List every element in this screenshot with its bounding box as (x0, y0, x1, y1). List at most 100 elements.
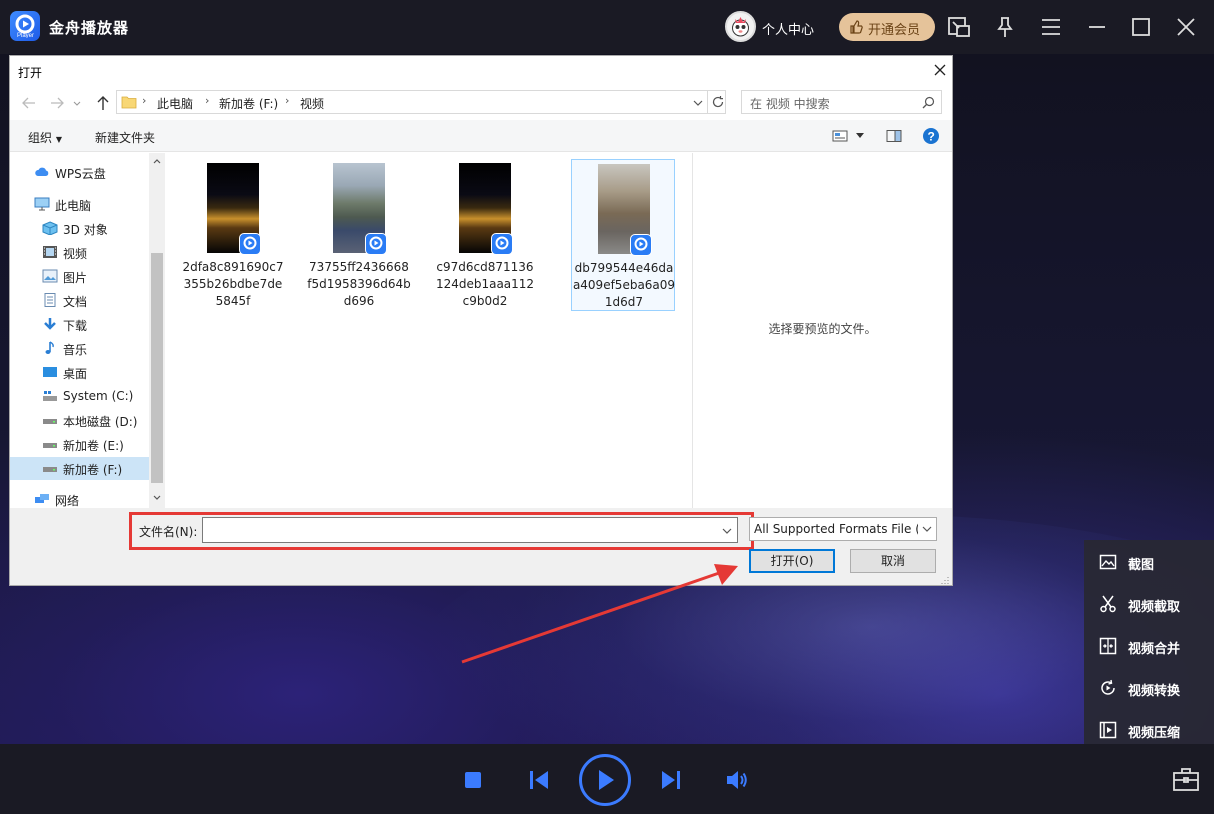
nav-item-documents[interactable]: 文档 (10, 289, 149, 312)
history-chevron-icon[interactable] (72, 94, 82, 112)
command-bar: 组织 ▼ 新建文件夹 ? (10, 120, 952, 152)
nav-item-3d-objects[interactable]: 3D 对象 (10, 217, 149, 240)
up-arrow-icon[interactable] (94, 94, 112, 112)
scroll-thumb[interactable] (151, 253, 163, 483)
file-name: 73755ff2436668f5d1958396d64bd696 (307, 260, 411, 308)
search-icon (922, 96, 935, 109)
nav-item-drive-f[interactable]: 新加卷 (F:) (10, 457, 149, 480)
nav-item-drive-d[interactable]: 本地磁盘 (D:) (10, 409, 149, 432)
previous-icon[interactable] (528, 769, 550, 794)
close-icon[interactable] (1173, 14, 1199, 40)
file-item[interactable]: 2dfa8c891690c7355b26bdbe7de5845f (181, 159, 285, 311)
preview-pane-icon[interactable] (886, 129, 902, 143)
nav-item-this-pc[interactable]: 此电脑 (10, 193, 149, 216)
compress-icon (1099, 721, 1117, 739)
dialog-close-icon[interactable] (930, 60, 950, 80)
scissors-icon (1100, 595, 1116, 613)
volume-icon[interactable] (725, 769, 749, 794)
nav-item-wps-cloud[interactable]: WPS云盘 (10, 161, 149, 184)
player-badge-icon (630, 234, 652, 256)
drive-icon (43, 419, 57, 424)
nav-item-music[interactable]: 音乐 (10, 337, 149, 360)
nav-item-desktop[interactable]: 桌面 (10, 361, 149, 384)
resize-grip-icon[interactable] (939, 576, 949, 584)
file-item[interactable]: c97d6cd871136124deb1aaa112c9b0d2 (433, 159, 537, 311)
drive-icon (43, 443, 57, 448)
tool-video-clip[interactable]: 视频截取 (1084, 583, 1214, 625)
player-badge-icon (365, 233, 387, 255)
open-button[interactable]: 打开(O) (749, 549, 835, 573)
preview-pane-text: 选择要预览的文件。 (768, 322, 877, 336)
help-icon[interactable]: ? (922, 127, 940, 145)
filename-dropdown-icon[interactable] (721, 525, 733, 537)
nav-item-downloads[interactable]: 下载 (10, 313, 149, 336)
stop-icon[interactable] (464, 771, 482, 792)
new-folder-button[interactable]: 新建文件夹 (95, 129, 155, 146)
next-icon[interactable] (660, 769, 682, 794)
folder-icon (121, 96, 137, 109)
tools-panel: 截图 视频截取 视频合并 视频转换 视频压缩 (1084, 540, 1214, 748)
breadcrumb-drive-f[interactable]: 新加卷 (F:) (219, 95, 278, 112)
view-dropdown-icon[interactable] (856, 132, 864, 140)
file-name: c97d6cd871136124deb1aaa112c9b0d2 (435, 260, 535, 308)
file-type-select[interactable]: All Supported Formats File (* (749, 517, 937, 541)
navigation-pane: WPS云盘 此电脑 3D 对象 视频 图片 文档 下载 音乐 桌面 System… (10, 153, 165, 508)
vip-button[interactable]: 开通会员 (839, 13, 935, 41)
play-button[interactable] (578, 753, 632, 810)
download-icon (44, 318, 56, 330)
address-bar[interactable]: › 此电脑 › 新加卷 (F:) › 视频 (116, 90, 726, 114)
system-drive-icon (43, 391, 57, 401)
nav-scrollbar[interactable] (149, 153, 165, 508)
file-item[interactable]: 73755ff2436668f5d1958396d64bd696 (307, 159, 411, 311)
refresh-icon[interactable] (711, 95, 725, 109)
minimize-icon[interactable] (1084, 14, 1110, 40)
nav-item-drive-e[interactable]: 新加卷 (E:) (10, 433, 149, 456)
thumbs-up-icon (850, 20, 863, 34)
breadcrumb-separator-icon: › (285, 94, 290, 107)
title-bar: Player 金舟播放器 个人中心 开通会员 (0, 0, 1214, 54)
cancel-button[interactable]: 取消 (850, 549, 936, 573)
merge-icon (1099, 637, 1117, 655)
music-icon (45, 341, 54, 354)
user-center-link[interactable]: 个人中心 (762, 19, 814, 38)
file-name: db799544e46daa409ef5eba6a091d6d7 (572, 261, 676, 309)
network-icon (35, 494, 49, 503)
search-input[interactable]: 在 视频 中搜索 (741, 90, 942, 114)
tool-video-convert[interactable]: 视频转换 (1084, 667, 1214, 709)
player-badge-icon (491, 233, 513, 255)
breadcrumb-this-pc[interactable]: 此电脑 (157, 95, 193, 112)
address-dropdown-icon[interactable] (692, 97, 704, 109)
maximize-icon[interactable] (1128, 14, 1154, 40)
nav-item-drive-c[interactable]: System (C:) (10, 385, 149, 408)
playback-controls (0, 744, 1214, 814)
organize-button[interactable]: 组织 ▼ (28, 129, 62, 146)
scroll-up-icon[interactable] (152, 156, 162, 166)
avatar[interactable] (725, 11, 756, 42)
back-arrow-icon[interactable] (20, 94, 38, 112)
pin-icon[interactable] (992, 14, 1018, 40)
nav-item-pictures[interactable]: 图片 (10, 265, 149, 288)
nav-item-videos[interactable]: 视频 (10, 241, 149, 264)
filename-label: 文件名(N): (139, 525, 198, 539)
player-badge-icon (239, 233, 261, 255)
app-title: 金舟播放器 (49, 19, 130, 37)
open-file-dialog: 打开 › 此电脑 › 新加卷 (F:) › 视频 在 视频 中搜索 组织 ▼ 新… (9, 55, 953, 586)
screen-cast-icon[interactable] (946, 14, 972, 40)
forward-arrow-icon[interactable] (48, 94, 66, 112)
toolbox-icon[interactable] (1172, 766, 1200, 795)
breadcrumb-separator-icon: › (205, 94, 210, 107)
organize-dropdown-icon: ▼ (55, 135, 62, 144)
file-list: 2dfa8c891690c7355b26bdbe7de5845f 73755ff… (165, 153, 692, 508)
desktop-icon (43, 367, 57, 377)
view-options-icon[interactable] (832, 129, 848, 143)
breadcrumb-videos[interactable]: 视频 (300, 95, 324, 112)
tool-screenshot[interactable]: 截图 (1084, 541, 1214, 583)
video-folder-icon (43, 246, 57, 258)
menu-icon[interactable] (1038, 14, 1064, 40)
tool-video-merge[interactable]: 视频合并 (1084, 625, 1214, 667)
scroll-down-icon[interactable] (152, 493, 162, 503)
file-type-dropdown-icon[interactable] (918, 518, 936, 540)
filename-input[interactable] (202, 517, 738, 543)
file-item[interactable]: db799544e46daa409ef5eba6a091d6d7 (571, 159, 675, 311)
file-name: 2dfa8c891690c7355b26bdbe7de5845f (182, 260, 284, 308)
